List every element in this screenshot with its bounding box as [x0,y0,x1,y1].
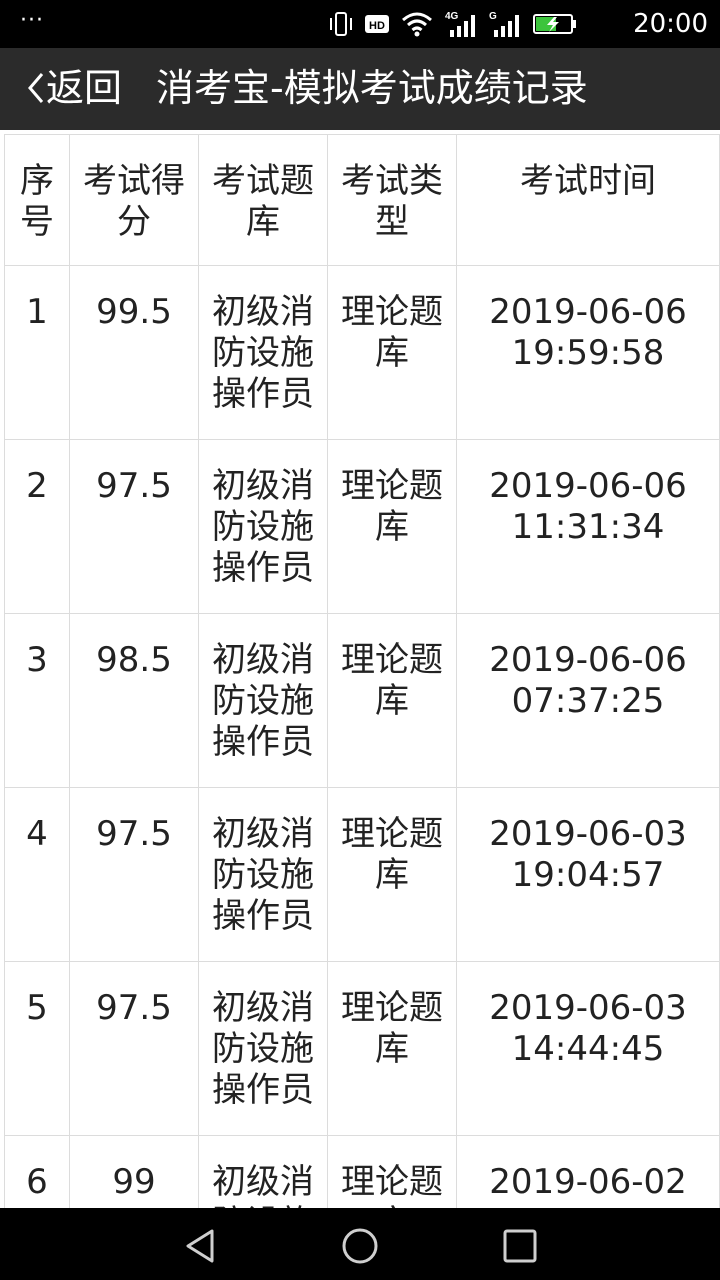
column-header-time: 考试时间 [456,134,720,266]
4g-label: 4G [445,11,459,22]
table-header-row: 序号 考试得分 考试题库 考试类型 考试时间 [4,134,720,266]
chevron-left-icon [28,73,44,103]
row-score: 97.5 [69,787,199,962]
system-nav-bar [0,1208,720,1280]
exam-records-table: 序号 考试得分 考试题库 考试类型 考试时间 1 99.5 初级消防设施操作员 … [4,134,720,1208]
column-header-score: 考试得分 [69,134,199,266]
row-bank: 初级消防设施操作员 [198,787,328,962]
row-type: 理论题库 [327,961,457,1136]
row-score: 99 [69,1135,199,1208]
back-label: 返回 [46,66,123,110]
column-header-index: 序号 [4,134,70,266]
app-header: 返回 消考宝-模拟考试成绩记录 [0,48,720,130]
row-index: 6 [4,1135,70,1208]
notification-dots: ··· [20,8,44,33]
row-index: 4 [4,787,70,962]
status-bar: ··· HD 4G G 20:00 [0,0,720,48]
table-row: 2 97.5 初级消防设施操作员 理论题库 2019-06-06 11:31:3… [4,439,720,614]
status-icons: HD 4G G [328,10,578,38]
column-header-bank: 考试题库 [198,134,328,266]
row-time: 2019-06-02 [456,1135,720,1208]
hd-icon: HD [365,15,389,33]
row-score: 98.5 [69,613,199,788]
4g-signal-icon: 4G [445,11,475,37]
row-bank: 初级消防设施操作员 [198,439,328,614]
hd-label: HD [369,20,385,32]
row-bank: 初级消防设施操作员 [198,613,328,788]
row-time: 2019-06-03 19:04:57 [456,787,720,962]
row-index: 5 [4,961,70,1136]
row-type: 理论题库 [327,787,457,962]
battery-charging-icon [533,14,576,34]
table-row: 4 97.5 初级消防设施操作员 理论题库 2019-06-03 19:04:5… [4,787,720,962]
row-type: 理论题库 [327,265,457,440]
row-score: 99.5 [69,265,199,440]
row-type: 理论题库 [327,439,457,614]
wifi-icon [402,12,432,37]
row-time: 2019-06-03 14:44:45 [456,961,720,1136]
g-signal-icon: G [489,11,519,37]
row-time: 2019-06-06 11:31:34 [456,439,720,614]
row-bank: 初级消防设施操作员 [198,1135,328,1208]
vibrate-icon [330,12,352,36]
row-index: 3 [4,613,70,788]
table-row: 3 98.5 初级消防设施操作员 理论题库 2019-06-06 07:37:2… [4,613,720,788]
page-title: 消考宝-模拟考试成绩记录 [156,66,588,110]
row-type: 理论题库 [327,613,457,788]
row-index: 2 [4,439,70,614]
recents-square-icon[interactable] [500,1226,540,1266]
g-label: G [489,11,497,22]
table-row: 5 97.5 初级消防设施操作员 理论题库 2019-06-03 14:44:4… [4,961,720,1136]
row-time: 2019-06-06 19:59:58 [456,265,720,440]
row-time: 2019-06-06 07:37:25 [456,613,720,788]
table-row: 1 99.5 初级消防设施操作员 理论题库 2019-06-06 19:59:5… [4,265,720,440]
row-score: 97.5 [69,961,199,1136]
column-header-type: 考试类型 [327,134,457,266]
row-type: 理论题库 [327,1135,457,1208]
records-container[interactable]: 序号 考试得分 考试题库 考试类型 考试时间 1 99.5 初级消防设施操作员 … [0,130,720,1208]
table-row: 6 99 初级消防设施操作员 理论题库 2019-06-02 [4,1135,720,1208]
row-index: 1 [4,265,70,440]
back-triangle-icon[interactable] [180,1226,220,1266]
back-button[interactable]: 返回 [26,66,122,110]
home-circle-icon[interactable] [340,1226,380,1266]
clock: 20:00 [633,9,708,39]
row-bank: 初级消防设施操作员 [198,961,328,1136]
row-bank: 初级消防设施操作员 [198,265,328,440]
row-score: 97.5 [69,439,199,614]
